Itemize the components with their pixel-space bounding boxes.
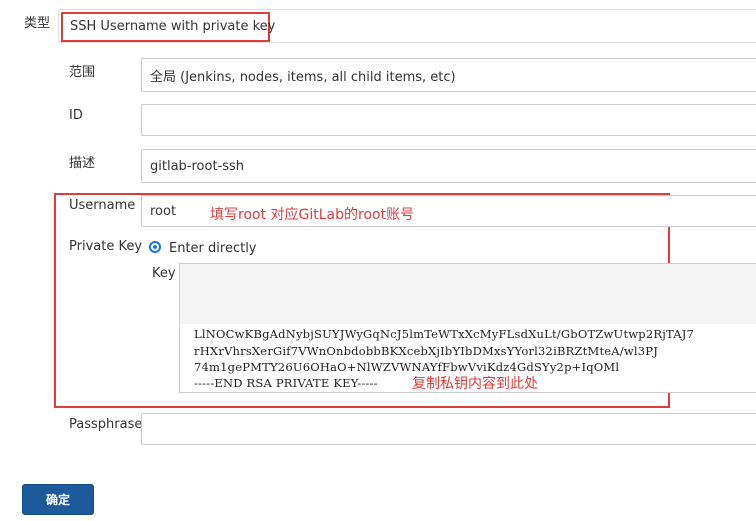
id-label: ID	[69, 108, 83, 123]
key-line: rHXrVhrsXerGif7VWnOnbdobbBKXcebXjIbYIbDM…	[194, 344, 659, 358]
scope-value: 全局 (Jenkins, nodes, items, all child ite…	[150, 69, 456, 85]
confirm-button[interactable]: 确定	[22, 484, 94, 515]
private-key-label: Private Key	[69, 239, 143, 254]
kind-label: 类型	[24, 16, 51, 31]
description-value: gitlab-root-ssh	[150, 158, 245, 174]
username-label: Username	[69, 198, 136, 213]
key-line: -----END RSA PRIVATE KEY-----	[194, 376, 378, 390]
key-annotation: 复制私钥内容到此处	[412, 376, 538, 392]
key-line: 74m1gePMTY26U6OHaO+NlWZVWNAYfFbwVviKdz4G…	[194, 360, 620, 374]
description-input[interactable]: gitlab-root-ssh	[141, 149, 756, 183]
kind-value: SSH Username with private key	[70, 19, 276, 34]
key-label: Key	[152, 266, 176, 281]
username-value: root	[150, 203, 177, 219]
username-annotation: 填写root 对应GitLab的root账号	[210, 207, 415, 223]
passphrase-label: Passphrase	[69, 417, 143, 432]
id-input[interactable]	[141, 104, 756, 136]
scope-label: 范围	[69, 65, 96, 80]
enter-directly-radio[interactable]	[149, 241, 161, 253]
enter-directly-label[interactable]: Enter directly	[169, 241, 257, 256]
key-line: LlNOCwKBgAdNybjSUYJWyGqNcJ5lmTeWTxXcMyFL…	[194, 327, 695, 341]
description-label: 描述	[69, 156, 96, 171]
passphrase-input[interactable]	[141, 413, 756, 445]
scope-select[interactable]: 全局 (Jenkins, nodes, items, all child ite…	[141, 58, 756, 92]
key-textarea-scrolled-area	[180, 264, 756, 324]
